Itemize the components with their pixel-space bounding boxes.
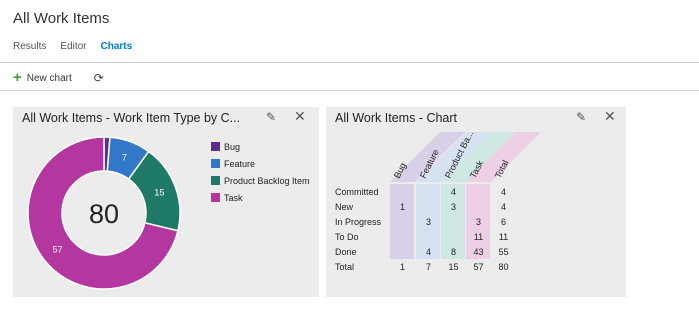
new-chart-label: New chart: [26, 72, 72, 84]
plus-icon: +: [13, 69, 22, 86]
legend-label: Task: [224, 192, 243, 203]
table-cell[interactable]: 4: [501, 187, 506, 197]
pencil-icon[interactable]: ✎: [266, 110, 276, 124]
legend-item-product-backlog-item[interactable]: Product Backlog Item: [211, 172, 310, 189]
table-cell[interactable]: 43: [473, 247, 483, 257]
table-cell[interactable]: 11: [474, 232, 483, 242]
column-shade: [390, 184, 414, 259]
table-cell[interactable]: 4: [451, 187, 456, 197]
table-cell[interactable]: 15: [448, 262, 458, 272]
table-cell[interactable]: 55: [498, 247, 508, 257]
row-label: Done: [335, 247, 357, 257]
row-label: New: [335, 202, 354, 212]
legend-swatch: [211, 159, 220, 168]
row-label: In Progress: [335, 217, 382, 227]
legend-swatch: [211, 193, 220, 202]
divider: [0, 62, 699, 63]
donut-total: 80: [89, 199, 119, 229]
table-cell[interactable]: 7: [426, 262, 431, 272]
table-cell[interactable]: 11: [499, 232, 508, 242]
table-cell[interactable]: 57: [473, 262, 483, 272]
table-cell[interactable]: 1: [400, 202, 405, 212]
chart-panel-donut: All Work Items - Work Item Type by C... …: [13, 107, 319, 297]
slice-label: 15: [154, 188, 164, 198]
tab-bar: Results Editor Charts: [13, 41, 132, 52]
legend-item-feature[interactable]: Feature: [211, 155, 310, 172]
table-cell[interactable]: 4: [501, 202, 506, 212]
tab-charts[interactable]: Charts: [100, 41, 132, 52]
close-icon[interactable]: ✕: [294, 108, 306, 125]
legend-label: Feature: [224, 158, 256, 169]
table-cell[interactable]: 3: [476, 217, 481, 227]
refresh-icon[interactable]: ⟳: [94, 71, 104, 85]
tab-editor[interactable]: Editor: [60, 41, 86, 52]
toolbar: + New chart ⟳: [13, 70, 104, 86]
chart-title: All Work Items - Work Item Type by C...: [22, 111, 241, 125]
table-cell[interactable]: 8: [451, 247, 456, 257]
chart-panel-pivot: All Work Items - Chart ✎ ✕ Bug Feature Pro…: [326, 107, 626, 297]
row-label: Total: [335, 262, 354, 272]
chart-legend: Bug Feature Product Backlog Item Task: [211, 138, 310, 206]
divider: [0, 90, 699, 91]
new-chart-button[interactable]: + New chart: [13, 69, 72, 86]
row-label: To Do: [335, 232, 359, 242]
pivot-table: Bug Feature Product Ba...Task TotalCommitte…: [335, 129, 541, 272]
row-label: Committed: [335, 187, 379, 197]
tab-results[interactable]: Results: [13, 41, 46, 52]
legend-item-task[interactable]: Task: [211, 189, 310, 206]
slice-label: 7: [122, 153, 127, 163]
table-cell[interactable]: 4: [426, 247, 431, 257]
page-title: All Work Items: [13, 10, 110, 27]
legend-swatch: [211, 142, 220, 151]
slice-label: 57: [53, 245, 63, 255]
table-cell[interactable]: 6: [501, 217, 506, 227]
donut-chart: 7 15 57 80: [27, 136, 181, 290]
legend-item-bug[interactable]: Bug: [211, 138, 310, 155]
legend-label: Bug: [224, 141, 241, 152]
legend-label: Product Backlog Item: [224, 175, 310, 186]
table-cell[interactable]: 1: [400, 262, 405, 272]
legend-swatch: [211, 176, 220, 185]
table-cell[interactable]: 80: [498, 262, 508, 272]
table-cell[interactable]: 3: [426, 217, 431, 227]
table-cell[interactable]: 3: [451, 202, 456, 212]
